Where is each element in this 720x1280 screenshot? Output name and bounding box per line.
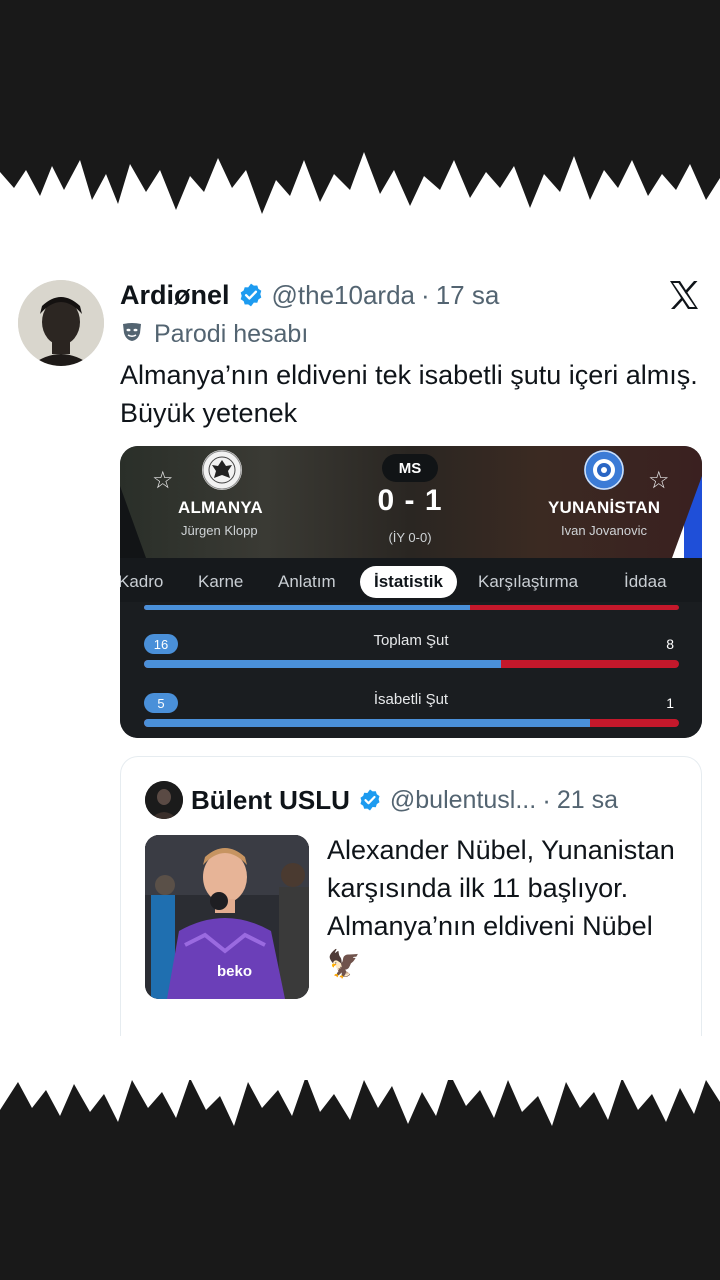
quoted-author-handle[interactable]: @bulentusl... [390, 786, 536, 815]
parody-label-text: Parodi hesabı [154, 319, 309, 348]
author-handle[interactable]: @the10arda [272, 280, 416, 311]
home-coach-name: Jürgen Klopp [181, 523, 258, 538]
decor-stripe-right [672, 476, 702, 558]
quoted-tweet[interactable]: Bülent USLU @bulentusl... · 21 sa beko A… [120, 756, 702, 1036]
home-team-name[interactable]: ALMANYA [178, 498, 263, 518]
quoted-tweet-text: Alexander Nübel, Yunanistan karşısında i… [327, 835, 675, 979]
prev-stat-bar [144, 605, 679, 610]
tweet[interactable]: Ardiønel @the10arda · 17 sa Parodi hesab… [0, 220, 720, 1080]
x-logo-icon [668, 280, 700, 310]
tweet-timestamp[interactable]: 17 sa [436, 280, 500, 311]
germany-crest-icon [202, 450, 242, 490]
on-target-label: İsabetli Şut [373, 691, 449, 708]
goalkeeper-photo[interactable]: beko [145, 835, 309, 999]
shirt-sponsor-text: beko [217, 963, 253, 980]
away-team-name[interactable]: YUNANİSTAN [548, 498, 660, 518]
on-target-away-value: 1 [666, 695, 674, 711]
decor-stripe-left [120, 486, 146, 558]
tab-istatistik[interactable]: İstatistik [360, 566, 457, 598]
greece-crest-icon [584, 450, 624, 490]
separator-dot: · [421, 279, 430, 310]
match-tabs: Kadro Karne Anlatım İstatistik Karşılaşt… [120, 560, 702, 602]
quoted-author-avatar[interactable] [145, 781, 183, 819]
favorite-away-star-icon[interactable]: ☆ [648, 466, 670, 495]
tab-karsilastirma[interactable]: Karşılaştırma [478, 566, 578, 598]
tab-anlatim[interactable]: Anlatım [278, 566, 336, 598]
halftime-score: (İY 0-0) [388, 530, 432, 545]
match-status-badge: MS [382, 454, 438, 482]
favorite-home-star-icon[interactable]: ☆ [152, 466, 174, 495]
match-header: ☆ ALMANYA Jürgen Klopp MS 0 - 1 (İY 0-0)… [120, 446, 702, 558]
quoted-author-name[interactable]: Bülent USLU [191, 785, 350, 816]
total-shots-away-value: 8 [666, 636, 674, 652]
tab-karne[interactable]: Karne [198, 566, 243, 598]
parody-account-label: Parodi hesabı [120, 318, 308, 350]
stats-panel: 16 Toplam Şut 8 5 İsabetli Şut 1 [120, 602, 702, 738]
total-shots-bar [144, 660, 679, 668]
parody-mask-icon [120, 320, 144, 349]
quoted-tweet-header: Bülent USLU @bulentusl... · 21 sa [191, 783, 618, 817]
tab-iddaa[interactable]: İddaa [624, 566, 667, 598]
tweet-text: Almanya’nın eldiveni tek isabetli şutu i… [120, 360, 698, 428]
avatar-photo [18, 280, 104, 366]
author-avatar[interactable] [18, 280, 104, 366]
tab-kadro[interactable]: Kadro [120, 566, 163, 598]
tweet-header: Ardiønel @the10arda · 17 sa [120, 278, 499, 312]
quoted-timestamp[interactable]: 21 sa [557, 786, 618, 815]
author-name[interactable]: Ardiønel [120, 280, 230, 311]
quoted-verified-badge-icon [358, 788, 382, 812]
total-shots-label: Toplam Şut [373, 632, 449, 649]
quoted-separator-dot: · [542, 784, 551, 815]
away-coach-name: Ivan Jovanovic [561, 523, 647, 538]
match-score: 0 - 1 [377, 484, 443, 517]
on-target-bar [144, 719, 679, 727]
verified-badge-icon [238, 282, 264, 308]
match-stats-image[interactable]: ☆ ALMANYA Jürgen Klopp MS 0 - 1 (İY 0-0)… [120, 446, 702, 738]
